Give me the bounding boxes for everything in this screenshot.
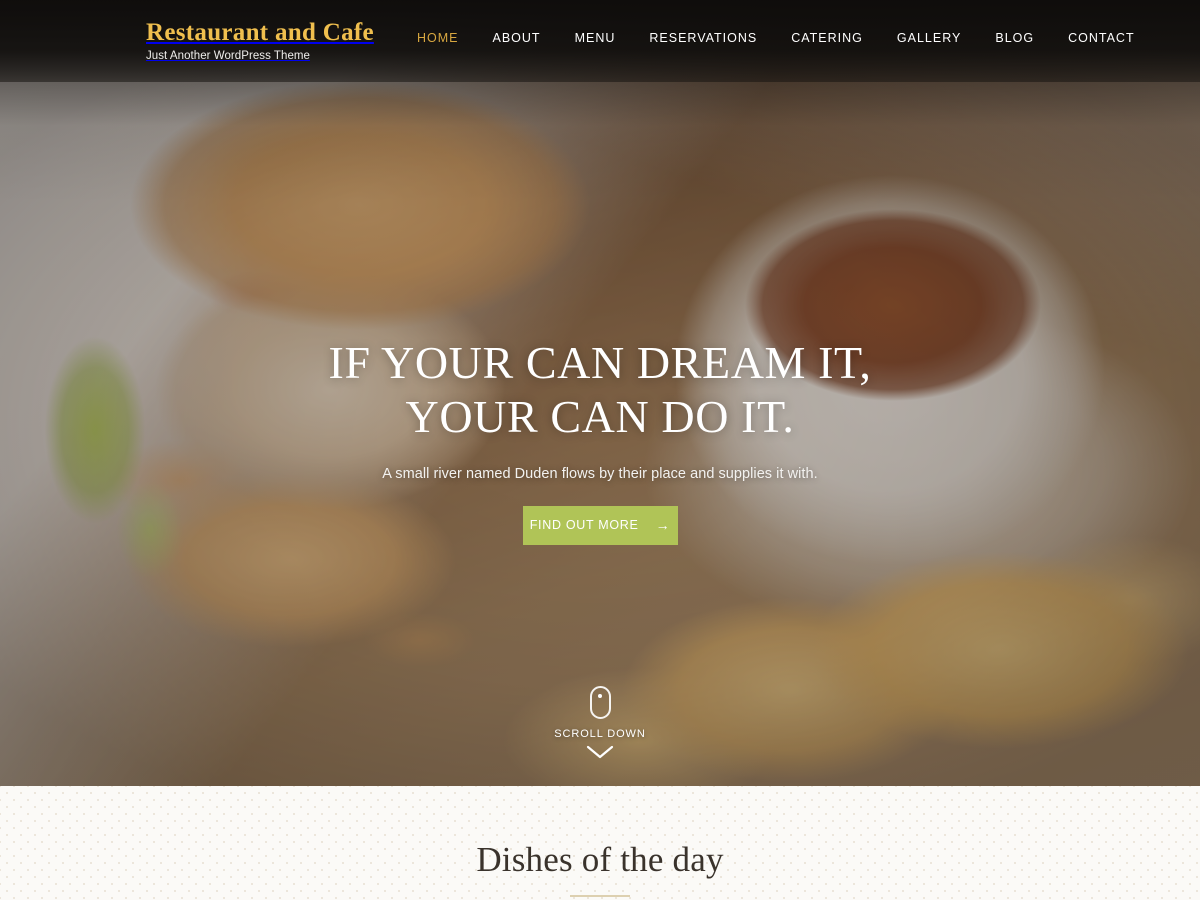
hero-cta-wrapper: FIND OUT MORE → <box>0 505 1200 545</box>
main-navigation: HOME ABOUT MENU RESERVATIONS CATERING GA… <box>400 31 1152 45</box>
nav-item-blog[interactable]: BLOG <box>978 31 1051 45</box>
dishes-of-the-day-section: Dishes of the day <box>0 786 1200 900</box>
find-out-more-button[interactable]: FIND OUT MORE → <box>522 505 678 545</box>
hero-heading-line-1: IF YOUR CAN DREAM IT, <box>328 337 872 388</box>
nav-item-about[interactable]: ABOUT <box>476 31 558 45</box>
hero-heading: IF YOUR CAN DREAM IT, YOUR CAN DO IT. <box>0 336 1200 445</box>
header-inner: Restaurant and Cafe Just Another WordPre… <box>0 0 1200 82</box>
scroll-down-label: SCROLL DOWN <box>554 728 646 740</box>
nav-item-menu[interactable]: MENU <box>558 31 633 45</box>
site-logo-tagline: Just Another WordPress Theme <box>146 50 310 62</box>
hero-content: IF YOUR CAN DREAM IT, YOUR CAN DO IT. A … <box>0 336 1200 545</box>
page-root: Restaurant and Cafe Just Another WordPre… <box>0 0 1200 900</box>
nav-item-home[interactable]: HOME <box>400 31 476 45</box>
nav-item-catering[interactable]: CATERING <box>774 31 880 45</box>
dishes-section-title: Dishes of the day <box>476 840 724 879</box>
scroll-down-indicator[interactable]: SCROLL DOWN <box>0 686 1200 765</box>
section-title-divider <box>570 895 630 897</box>
arrow-right-icon: → <box>655 517 671 534</box>
site-logo-title: Restaurant and Cafe <box>146 19 374 46</box>
site-header: Restaurant and Cafe Just Another WordPre… <box>0 0 1200 82</box>
hero-subtitle: A small river named Duden flows by their… <box>382 465 818 482</box>
hero-heading-line-2: YOUR CAN DO IT. <box>405 391 795 443</box>
site-logo[interactable]: Restaurant and Cafe Just Another WordPre… <box>146 20 374 63</box>
mouse-icon <box>589 686 611 719</box>
nav-item-contact[interactable]: CONTACT <box>1051 31 1152 45</box>
chevron-down-icon <box>586 745 614 759</box>
nav-item-reservations[interactable]: RESERVATIONS <box>632 31 774 45</box>
find-out-more-label: FIND OUT MORE <box>529 518 639 533</box>
nav-item-gallery[interactable]: GALLERY <box>880 31 978 45</box>
